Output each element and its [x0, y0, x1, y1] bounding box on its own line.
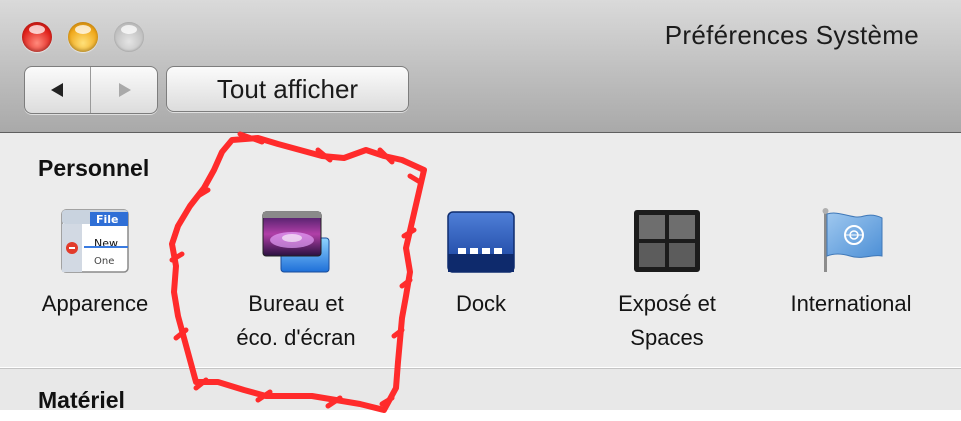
forward-arrow-icon — [119, 83, 131, 97]
section-title-hardware: Matériel — [38, 387, 125, 410]
show-all-button[interactable]: Tout afficher — [166, 66, 409, 112]
international-flag-icon — [816, 208, 886, 274]
section-title-personal: Personnel — [38, 155, 150, 181]
pane-expose-spaces[interactable]: Exposé et Spaces — [582, 205, 752, 355]
pane-international[interactable]: International — [766, 205, 936, 355]
pane-label-expose-spaces: Exposé et Spaces — [618, 291, 716, 350]
pane-label-international: International — [790, 291, 912, 316]
pane-label-desktop-screensaver: Bureau et éco. d'écran — [236, 291, 356, 350]
back-arrow-icon — [51, 83, 63, 97]
window-title: Préférences Système — [664, 20, 919, 50]
desktop-screensaver-icon — [261, 208, 331, 274]
section-hardware: Matériel — [0, 368, 961, 410]
expose-spaces-icon — [632, 208, 702, 274]
pane-label-dock: Dock — [455, 291, 507, 316]
section-personal: Personnel File New One Apparence Bureau … — [0, 133, 961, 367]
zoom-button[interactable] — [114, 22, 144, 52]
minimize-button[interactable] — [68, 22, 98, 52]
pane-dock[interactable]: Dock — [396, 205, 566, 355]
appearance-icon-text-one: One — [94, 256, 114, 267]
title-bar: Préférences Système Tout afficher — [0, 0, 961, 133]
appearance-icon-text-file: File — [96, 213, 119, 226]
system-preferences-window: Préférences Système Tout afficher Person… — [0, 0, 961, 410]
pane-label-appearance: Apparence — [41, 291, 149, 316]
forward-button[interactable] — [91, 67, 157, 113]
appearance-icon: File New One — [60, 208, 130, 274]
navigation-buttons — [24, 66, 158, 114]
close-button[interactable] — [22, 22, 52, 52]
back-button[interactable] — [25, 67, 91, 113]
pane-desktop-screensaver[interactable]: Bureau et éco. d'écran — [211, 205, 381, 355]
pane-appearance[interactable]: File New One Apparence — [10, 205, 180, 355]
appearance-icon-text-new: New — [94, 237, 118, 250]
dock-icon — [446, 208, 516, 274]
